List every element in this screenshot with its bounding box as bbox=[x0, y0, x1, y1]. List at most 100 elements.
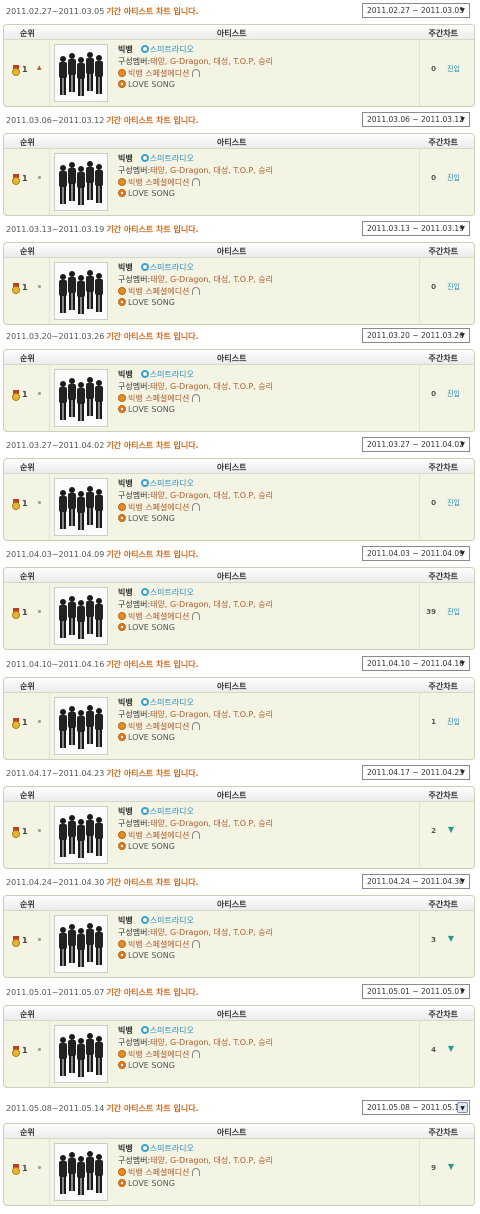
smart-radio-icon[interactable] bbox=[140, 698, 149, 706]
period-select[interactable]: 2011.04.03 ~ 2011.04.09 ▼ bbox=[362, 546, 470, 561]
smart-radio-link[interactable]: 스미트라디오 bbox=[150, 1026, 194, 1035]
artist-photo[interactable] bbox=[54, 1143, 108, 1201]
dropdown-arrow-icon[interactable]: ▼ bbox=[457, 114, 468, 125]
artist-name-link[interactable]: 빅뱅 bbox=[118, 1144, 133, 1153]
period-select[interactable]: 2011.05.01 ~ 2011.05.07 ▼ bbox=[362, 984, 470, 999]
entry-link[interactable]: 진입 bbox=[447, 498, 460, 508]
album-link[interactable]: 빅뱅 스페셜에디션 bbox=[128, 287, 189, 296]
song-link[interactable]: LOVE SONG bbox=[128, 733, 175, 742]
artist-photo[interactable] bbox=[54, 697, 108, 755]
smart-radio-link[interactable]: 스미트라디오 bbox=[150, 154, 194, 163]
period-select[interactable]: 2011.04.24 ~ 2011.04.30 ▼ bbox=[362, 874, 470, 889]
smart-radio-link[interactable]: 스미트라디오 bbox=[150, 263, 194, 272]
smart-radio-icon[interactable] bbox=[140, 916, 149, 924]
album-link[interactable]: 빅뱅 스페셜에디션 bbox=[128, 394, 189, 403]
artist-name-link[interactable]: 빅뱅 bbox=[118, 45, 133, 54]
members-list[interactable]: 태양, G-Dragon, 대성, T.O.P, 승리 bbox=[150, 1156, 273, 1165]
dropdown-arrow-icon[interactable]: ▼ bbox=[457, 1102, 468, 1113]
artist-photo[interactable] bbox=[54, 1025, 108, 1083]
headphones-icon[interactable] bbox=[192, 69, 201, 77]
smart-radio-icon[interactable] bbox=[140, 588, 149, 596]
period-select[interactable]: 2011.05.08 ~ 2011.05.14 ▼ bbox=[362, 1100, 470, 1115]
headphones-icon[interactable] bbox=[192, 394, 201, 402]
headphones-icon[interactable] bbox=[192, 831, 201, 839]
smart-radio-link[interactable]: 스미트라디오 bbox=[150, 370, 194, 379]
headphones-icon[interactable] bbox=[192, 503, 201, 511]
dropdown-arrow-icon[interactable]: ▼ bbox=[457, 876, 468, 887]
entry-link[interactable]: 진입 bbox=[447, 64, 460, 74]
artist-photo[interactable] bbox=[54, 369, 108, 427]
period-select[interactable]: 2011.03.27 ~ 2011.04.02 ▼ bbox=[362, 437, 470, 452]
album-link[interactable]: 빅뱅 스페셜에디션 bbox=[128, 831, 189, 840]
artist-photo[interactable] bbox=[54, 262, 108, 320]
period-select[interactable]: 2011.02.27 ~ 2011.03.05 ▼ bbox=[362, 3, 470, 18]
song-link[interactable]: LOVE SONG bbox=[128, 951, 175, 960]
smart-radio-icon[interactable] bbox=[140, 370, 149, 378]
period-select[interactable]: 2011.03.13 ~ 2011.03.19 ▼ bbox=[362, 221, 470, 236]
dropdown-arrow-icon[interactable]: ▼ bbox=[457, 767, 468, 778]
artist-photo[interactable] bbox=[54, 153, 108, 211]
headphones-icon[interactable] bbox=[192, 722, 201, 730]
artist-name-link[interactable]: 빅뱅 bbox=[118, 263, 133, 272]
artist-name-link[interactable]: 빅뱅 bbox=[118, 916, 133, 925]
dropdown-arrow-icon[interactable]: ▼ bbox=[457, 223, 468, 234]
members-list[interactable]: 태양, G-Dragon, 대성, T.O.P, 승리 bbox=[150, 275, 273, 284]
artist-photo[interactable] bbox=[54, 806, 108, 864]
smart-radio-link[interactable]: 스미트라디오 bbox=[150, 588, 194, 597]
members-list[interactable]: 태양, G-Dragon, 대성, T.O.P, 승리 bbox=[150, 710, 273, 719]
artist-name-link[interactable]: 빅뱅 bbox=[118, 1026, 133, 1035]
song-link[interactable]: LOVE SONG bbox=[128, 1179, 175, 1188]
smart-radio-link[interactable]: 스미트라디오 bbox=[150, 45, 194, 54]
song-link[interactable]: LOVE SONG bbox=[128, 80, 175, 89]
smart-radio-icon[interactable] bbox=[140, 263, 149, 271]
smart-radio-icon[interactable] bbox=[140, 807, 149, 815]
smart-radio-icon[interactable] bbox=[140, 1026, 149, 1034]
album-link[interactable]: 빅뱅 스페셜에디션 bbox=[128, 940, 189, 949]
album-link[interactable]: 빅뱅 스페셜에디션 bbox=[128, 69, 189, 78]
headphones-icon[interactable] bbox=[192, 287, 201, 295]
members-list[interactable]: 태양, G-Dragon, 대성, T.O.P, 승리 bbox=[150, 1038, 273, 1047]
members-list[interactable]: 태양, G-Dragon, 대성, T.O.P, 승리 bbox=[150, 819, 273, 828]
smart-radio-icon[interactable] bbox=[140, 479, 149, 487]
smart-radio-link[interactable]: 스미트라디오 bbox=[150, 807, 194, 816]
song-link[interactable]: LOVE SONG bbox=[128, 298, 175, 307]
artist-name-link[interactable]: 빅뱅 bbox=[118, 698, 133, 707]
artist-name-link[interactable]: 빅뱅 bbox=[118, 154, 133, 163]
entry-link[interactable]: 진입 bbox=[447, 607, 460, 617]
dropdown-arrow-icon[interactable]: ▼ bbox=[457, 986, 468, 997]
dropdown-arrow-icon[interactable]: ▼ bbox=[457, 330, 468, 341]
artist-photo[interactable] bbox=[54, 587, 108, 645]
artist-photo[interactable] bbox=[54, 915, 108, 973]
period-select[interactable]: 2011.03.06 ~ 2011.03.12 ▼ bbox=[362, 112, 470, 127]
entry-link[interactable]: 진입 bbox=[447, 389, 460, 399]
headphones-icon[interactable] bbox=[192, 940, 201, 948]
dropdown-arrow-icon[interactable]: ▼ bbox=[457, 439, 468, 450]
song-link[interactable]: LOVE SONG bbox=[128, 842, 175, 851]
dropdown-arrow-icon[interactable]: ▼ bbox=[457, 658, 468, 669]
members-list[interactable]: 태양, G-Dragon, 대성, T.O.P, 승리 bbox=[150, 928, 273, 937]
album-link[interactable]: 빅뱅 스페셜에디션 bbox=[128, 1050, 189, 1059]
smart-radio-link[interactable]: 스미트라디오 bbox=[150, 916, 194, 925]
members-list[interactable]: 태양, G-Dragon, 대성, T.O.P, 승리 bbox=[150, 491, 273, 500]
album-link[interactable]: 빅뱅 스페셜에디션 bbox=[128, 1168, 189, 1177]
period-select[interactable]: 2011.04.17 ~ 2011.04.23 ▼ bbox=[362, 765, 470, 780]
artist-photo[interactable] bbox=[54, 478, 108, 536]
song-link[interactable]: LOVE SONG bbox=[128, 623, 175, 632]
smart-radio-icon[interactable] bbox=[140, 1144, 149, 1152]
artist-name-link[interactable]: 빅뱅 bbox=[118, 807, 133, 816]
song-link[interactable]: LOVE SONG bbox=[128, 405, 175, 414]
headphones-icon[interactable] bbox=[192, 612, 201, 620]
headphones-icon[interactable] bbox=[192, 1168, 201, 1176]
period-select[interactable]: 2011.03.20 ~ 2011.03.26 ▼ bbox=[362, 328, 470, 343]
smart-radio-link[interactable]: 스미트라디오 bbox=[150, 1144, 194, 1153]
entry-link[interactable]: 진입 bbox=[447, 282, 460, 292]
album-link[interactable]: 빅뱅 스페셜에디션 bbox=[128, 503, 189, 512]
entry-link[interactable]: 진입 bbox=[447, 717, 460, 727]
song-link[interactable]: LOVE SONG bbox=[128, 514, 175, 523]
artist-name-link[interactable]: 빅뱅 bbox=[118, 588, 133, 597]
song-link[interactable]: LOVE SONG bbox=[128, 189, 175, 198]
headphones-icon[interactable] bbox=[192, 1050, 201, 1058]
members-list[interactable]: 태양, G-Dragon, 대성, T.O.P, 승리 bbox=[150, 382, 273, 391]
dropdown-arrow-icon[interactable]: ▼ bbox=[457, 5, 468, 16]
members-list[interactable]: 태양, G-Dragon, 대성, T.O.P, 승리 bbox=[150, 57, 273, 66]
